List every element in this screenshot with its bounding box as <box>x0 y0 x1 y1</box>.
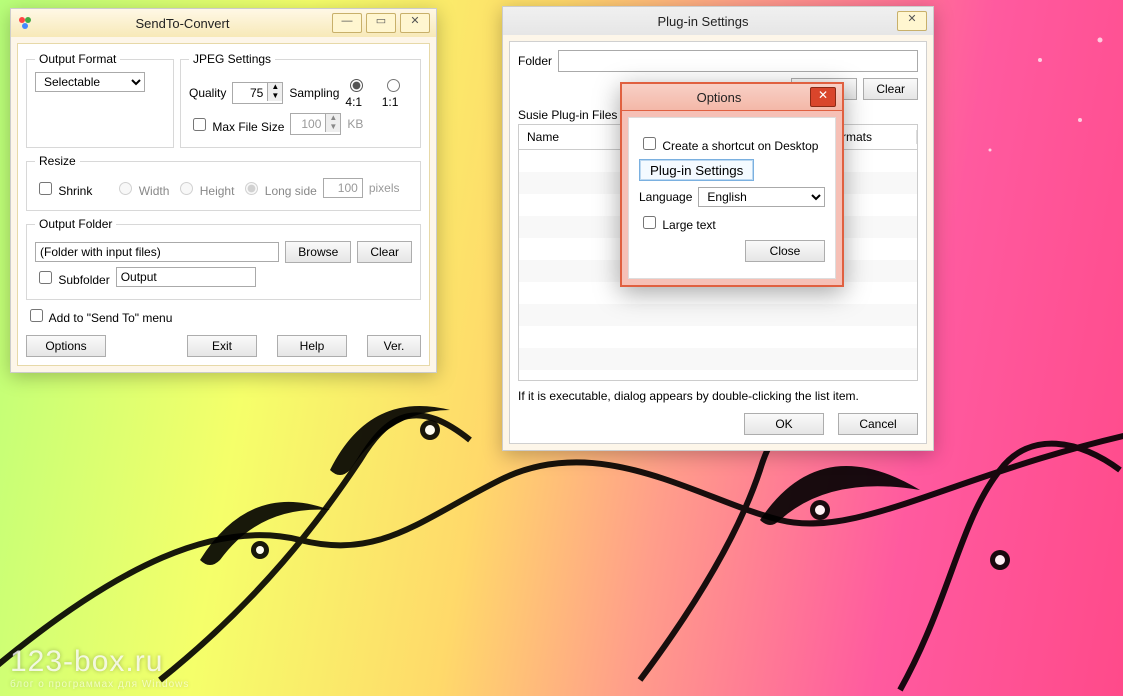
sampling-11-option[interactable]: 1:1 <box>382 76 412 109</box>
folder-label: Folder <box>518 54 552 68</box>
language-select[interactable]: English <box>698 187 825 207</box>
minimize-button[interactable]: — <box>332 13 362 33</box>
resize-group: Resize Shrink Width Height Long side pix… <box>26 154 421 211</box>
desktop-shortcut-option[interactable]: Create a shortcut on Desktop <box>639 134 818 153</box>
large-text-check[interactable] <box>643 216 656 229</box>
app-icon <box>17 15 33 31</box>
height-radio <box>180 182 193 195</box>
subfolder-check[interactable] <box>39 271 52 284</box>
language-label: Language <box>639 190 692 204</box>
width-option: Width <box>114 179 169 198</box>
open-plugin-settings-button[interactable]: Plug-in Settings <box>639 159 754 181</box>
options-dialog: Options ✕ Create a shortcut on Desktop P… <box>620 82 844 287</box>
spin-down-icon[interactable]: ▼ <box>267 92 282 101</box>
large-text-option[interactable]: Large text <box>639 213 716 232</box>
max-file-size-option[interactable]: Max File Size <box>189 115 284 134</box>
plugin-clear-button[interactable]: Clear <box>863 78 918 100</box>
shrink-check[interactable] <box>39 182 52 195</box>
sampling-41-radio[interactable] <box>350 79 363 92</box>
output-format-select[interactable]: Selectable <box>35 72 145 92</box>
sendto-titlebar[interactable]: SendTo-Convert — ▭ ✕ <box>11 9 436 37</box>
plugin-cancel-button[interactable]: Cancel <box>838 413 918 435</box>
add-sendto-option[interactable]: Add to "Send To" menu <box>26 306 172 325</box>
max-file-size-unit: KB <box>347 117 363 131</box>
plugin-title: Plug-in Settings <box>509 14 897 29</box>
close-button[interactable]: ✕ <box>400 13 430 33</box>
plugin-close-button[interactable]: ✕ <box>897 11 927 31</box>
height-option: Height <box>175 179 234 198</box>
jpeg-settings-group: JPEG Settings Quality ▲▼ Sampling 4:1 1:… <box>180 52 421 148</box>
resize-unit: pixels <box>369 181 400 195</box>
output-format-group: Output Format Selectable <box>26 52 174 148</box>
options-close-button[interactable]: Close <box>745 240 825 262</box>
plugin-titlebar[interactable]: Plug-in Settings ✕ <box>503 7 933 35</box>
help-button[interactable]: Help <box>277 335 347 357</box>
longside-option: Long side <box>240 179 316 198</box>
plugin-hint: If it is executable, dialog appears by d… <box>518 389 918 403</box>
sendto-convert-window: SendTo-Convert — ▭ ✕ Output Format Selec… <box>10 8 437 373</box>
spin-down-icon: ▼ <box>325 123 340 132</box>
desktop-shortcut-check[interactable] <box>643 137 656 150</box>
sendto-title: SendTo-Convert <box>33 16 332 31</box>
sampling-41-option[interactable]: 4:1 <box>345 76 375 109</box>
output-folder-group: Output Folder Browse Clear Subfolder <box>26 217 421 300</box>
longside-radio <box>245 182 258 195</box>
output-folder-legend: Output Folder <box>35 217 116 231</box>
width-radio <box>119 182 132 195</box>
sampling-11-radio[interactable] <box>387 79 400 92</box>
watermark-subtitle: блог о программах для Windows <box>10 679 189 690</box>
shrink-option[interactable]: Shrink <box>35 179 92 198</box>
watermark-text: 123-box.ru <box>10 645 163 678</box>
quality-stepper[interactable]: ▲▼ <box>232 82 283 104</box>
quality-label: Quality <box>189 86 226 100</box>
ver-button[interactable]: Ver. <box>367 335 421 357</box>
output-folder-input[interactable] <box>35 242 279 262</box>
max-file-size-check[interactable] <box>193 118 206 131</box>
output-format-legend: Output Format <box>35 52 120 66</box>
options-title: Options <box>628 90 810 105</box>
subfolder-input[interactable] <box>116 267 256 287</box>
output-folder-clear-button[interactable]: Clear <box>357 241 412 263</box>
max-file-size-input <box>291 114 325 134</box>
resize-value-input <box>323 178 363 198</box>
subfolder-option[interactable]: Subfolder <box>35 268 110 287</box>
output-folder-browse-button[interactable]: Browse <box>285 241 351 263</box>
max-file-size-stepper: ▲▼ <box>290 113 341 135</box>
resize-legend: Resize <box>35 154 80 168</box>
quality-input[interactable] <box>233 83 267 103</box>
options-titlebar[interactable]: Options ✕ <box>622 84 842 111</box>
options-button[interactable]: Options <box>26 335 106 357</box>
watermark: 123-box.ru блог о программах для Windows <box>10 645 189 690</box>
folder-input[interactable] <box>558 50 918 72</box>
add-sendto-check[interactable] <box>30 309 43 322</box>
plugin-ok-button[interactable]: OK <box>744 413 824 435</box>
options-close-x[interactable]: ✕ <box>810 87 836 107</box>
maximize-button[interactable]: ▭ <box>366 13 396 33</box>
exit-button[interactable]: Exit <box>187 335 257 357</box>
sampling-label: Sampling <box>289 86 339 100</box>
jpeg-settings-legend: JPEG Settings <box>189 52 275 66</box>
